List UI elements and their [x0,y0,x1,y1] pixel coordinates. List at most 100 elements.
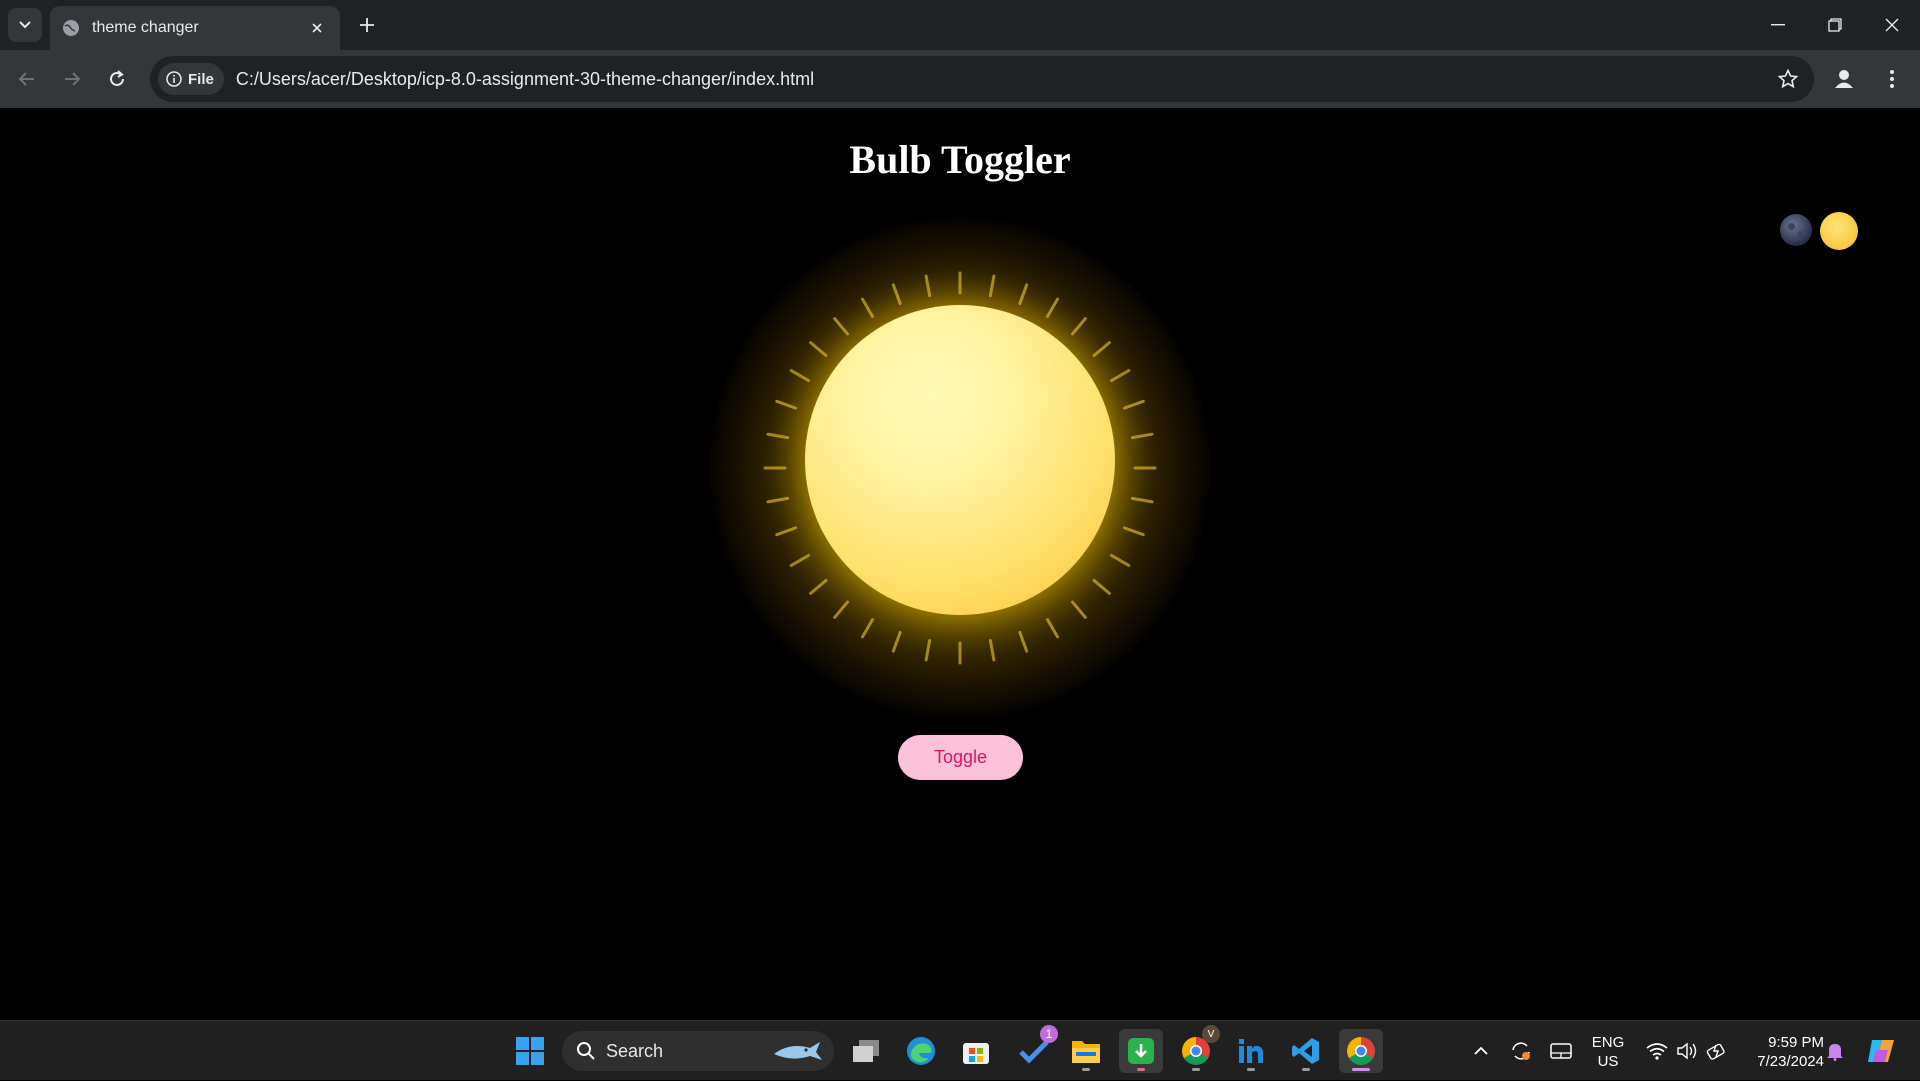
theme-switch[interactable] [1780,210,1860,250]
address-bar[interactable]: File C:/Users/acer/Desktop/icp-8.0-assig… [150,56,1814,102]
menu-icon [1890,70,1894,88]
tab-close-button[interactable] [306,17,328,39]
bulb-ray [833,600,850,619]
chevron-up-icon [1474,1046,1488,1055]
site-info-chip[interactable]: File [158,63,224,95]
copilot-icon [1868,1040,1894,1062]
volume-icon [1677,1042,1697,1060]
taskbar-vscode[interactable] [1284,1029,1328,1073]
search-highlight-icon [774,1042,822,1060]
tray-sync[interactable] [1504,1021,1538,1081]
tray-notifications[interactable] [1820,1021,1850,1081]
taskbar-store[interactable] [954,1029,998,1073]
close-icon [1885,18,1898,32]
tab-search-button[interactable] [8,8,42,42]
taskbar-download-app[interactable] [1119,1029,1163,1073]
bulb-ray [1046,618,1059,639]
running-indicator [1082,1068,1090,1071]
bulb-ray [891,630,902,653]
linkedin-icon [1239,1039,1263,1063]
taskbar-chrome-profile[interactable]: V [1174,1025,1220,1073]
star-icon [1778,69,1798,89]
bulb-ray [924,274,932,298]
moon-icon[interactable] [1780,214,1812,246]
download-icon [1128,1038,1154,1064]
bulb-ray [1018,630,1029,653]
minimize-button[interactable] [1749,0,1806,50]
tray-copilot[interactable] [1862,1021,1902,1081]
url-text[interactable]: C:/Users/acer/Desktop/icp-8.0-assignment… [236,69,1768,90]
start-button[interactable] [508,1029,552,1073]
info-icon [166,71,182,87]
bulb-ray [1130,432,1154,440]
forward-button[interactable] [54,61,90,97]
bulb-ray [1070,600,1087,619]
bulb-ray [809,578,828,595]
browser-tabstrip: theme changer [0,0,1920,50]
browser-menu-button[interactable] [1874,61,1910,97]
bulb-ray [833,317,850,336]
taskbar-edge[interactable] [899,1029,943,1073]
forward-icon [65,72,81,86]
minimize-icon [1770,24,1785,26]
site-chip-label: File [188,70,214,88]
bulb-ray [1070,317,1087,336]
restore-icon [1827,18,1842,32]
reload-button[interactable] [99,61,135,97]
language-indicator[interactable]: ENG US [1588,1033,1628,1071]
windows-start-icon [516,1037,544,1065]
tray-tablet[interactable] [1544,1021,1578,1081]
chrome-icon [1347,1037,1375,1065]
browser-tab[interactable]: theme changer [50,6,340,50]
bulb-ray [766,496,790,504]
taskbar: Search 1 V ENG US 9:59 PM 7/23/2024 [0,1020,1920,1080]
bulb-ray [1130,496,1154,504]
taskbar-chrome[interactable] [1339,1029,1383,1073]
bulb-ray [1092,341,1111,358]
tab-search-icon [19,21,31,29]
bulb-ray [891,283,902,306]
page-title: Bulb Toggler [849,137,1071,182]
sync-icon [1512,1042,1530,1060]
wifi-icon [1646,1043,1668,1060]
bookmark-button[interactable] [1768,59,1808,99]
toggle-button[interactable]: Toggle [898,735,1023,780]
bulb-ray [1046,297,1059,318]
bulb-ray [1122,526,1145,537]
restore-button[interactable] [1806,0,1863,50]
profile-icon [1835,70,1853,88]
edge-icon [907,1037,935,1065]
tray-overflow-button[interactable] [1466,1021,1496,1081]
chrome-profile-badge: V [1202,1025,1220,1043]
taskbar-linkedin[interactable] [1229,1029,1273,1073]
taskbar-task-view[interactable] [844,1029,888,1073]
bulb-ray [861,618,874,639]
profile-button[interactable] [1826,61,1862,97]
taskbar-todo[interactable]: 1 [1012,1025,1058,1073]
taskbar-clock[interactable]: 9:59 PM 7/23/2024 [1736,1033,1824,1071]
region-code: US [1597,1053,1619,1070]
tray-battery[interactable] [1702,1021,1732,1081]
taskbar-search-label: Search [606,1040,664,1061]
tray-volume[interactable] [1672,1021,1702,1081]
bulb-ray [1110,369,1131,382]
bulb-ray [861,297,874,318]
sun-icon[interactable] [1820,212,1858,250]
store-icon [963,1043,989,1064]
bulb-ray [1018,283,1029,306]
running-indicator [1352,1068,1370,1071]
bulb-ray [809,341,828,358]
tray-wifi[interactable] [1642,1021,1672,1081]
running-indicator [1247,1068,1255,1071]
back-button[interactable] [9,61,45,97]
taskbar-file-explorer[interactable] [1064,1029,1108,1073]
plus-icon [360,18,374,32]
running-indicator [1137,1068,1145,1071]
bulb-ray [1092,578,1111,595]
globe-icon [63,20,79,36]
new-tab-button[interactable] [352,10,382,40]
running-indicator [1302,1068,1310,1071]
taskbar-search[interactable]: Search [562,1031,834,1071]
bulb-ray [775,526,798,537]
close-window-button[interactable] [1863,0,1920,50]
